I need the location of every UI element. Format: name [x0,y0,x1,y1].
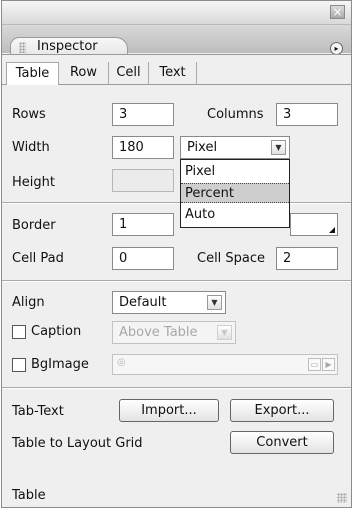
status-text: Table [12,488,46,503]
caption-label: Caption [31,324,82,339]
cellpad-label: Cell Pad [12,251,64,266]
align-value: Default [119,295,167,310]
chevron-down-icon[interactable]: ▼ [217,325,232,340]
inspector-subtabs: Table Row Cell Text [2,54,351,85]
width-unit-value: Pixel [187,140,218,155]
width-unit-dropdown[interactable]: Pixel Percent Auto [180,159,290,228]
bgimage-label: BgImage [31,357,89,372]
inspector-tab-label: Inspector [37,39,98,54]
chevron-down-icon[interactable]: ▼ [271,140,286,155]
border-label: Border [12,218,56,233]
border-color-swatch[interactable] [290,213,338,236]
columns-input[interactable]: 3 [276,103,338,126]
dropdown-option-auto[interactable]: Auto [181,205,289,225]
divider [2,280,351,282]
export-button[interactable]: Export... [230,399,334,422]
chevron-down-icon[interactable]: ▼ [207,295,222,310]
tab-table[interactable]: Table [6,62,59,85]
width-input[interactable]: 180 [112,136,174,159]
height-input[interactable] [112,169,174,192]
cellspace-label: Cell Space [197,251,266,266]
import-button[interactable]: Import... [119,399,219,422]
tab-row[interactable]: Row [59,62,109,85]
layoutgrid-label: Table to Layout Grid [12,436,143,451]
border-input[interactable]: 1 [112,213,174,236]
cellpad-input[interactable]: 0 [112,247,174,270]
resize-grip-icon[interactable] [337,493,347,503]
panel-title-bar[interactable]: × [2,1,351,25]
caption-checkbox[interactable] [12,325,26,339]
rows-input[interactable]: 3 [112,103,174,126]
columns-label: Columns [207,107,264,122]
caption-position-select[interactable]: Above Table ▼ [112,321,236,344]
height-label: Height [12,175,55,190]
inspector-panel: × Inspector ▸ Table Row Cell Text Rows 3… [1,0,352,508]
divider [2,202,351,204]
divider [2,387,351,389]
align-label: Align [12,295,45,310]
bgimage-checkbox[interactable] [12,358,26,372]
drag-grip-icon[interactable] [19,42,26,53]
convert-button[interactable]: Convert [230,431,334,454]
tab-cell[interactable]: Cell [109,62,149,85]
corner-arrow-icon [329,227,335,233]
dropdown-option-pixel[interactable]: Pixel [181,162,289,182]
target-icon[interactable]: ◎ [117,357,126,368]
tabtext-label: Tab-Text [12,404,64,419]
width-unit-select[interactable]: Pixel ▼ [180,136,290,159]
panel-tab-strip: Inspector ▸ [2,25,351,57]
width-label: Width [12,140,50,155]
tab-text[interactable]: Text [149,62,197,85]
close-icon[interactable]: × [330,5,345,19]
cellspace-input[interactable]: 2 [276,247,338,270]
folder-icon[interactable]: ▭ [308,358,321,371]
dropdown-option-percent[interactable]: Percent [181,183,289,203]
align-select[interactable]: Default ▼ [112,291,226,314]
rows-label: Rows [12,107,46,122]
bgimage-path-field[interactable]: ◎ ▭ ▶ [112,354,338,375]
play-icon[interactable]: ▶ [322,358,335,371]
caption-position-value: Above Table [119,325,198,340]
